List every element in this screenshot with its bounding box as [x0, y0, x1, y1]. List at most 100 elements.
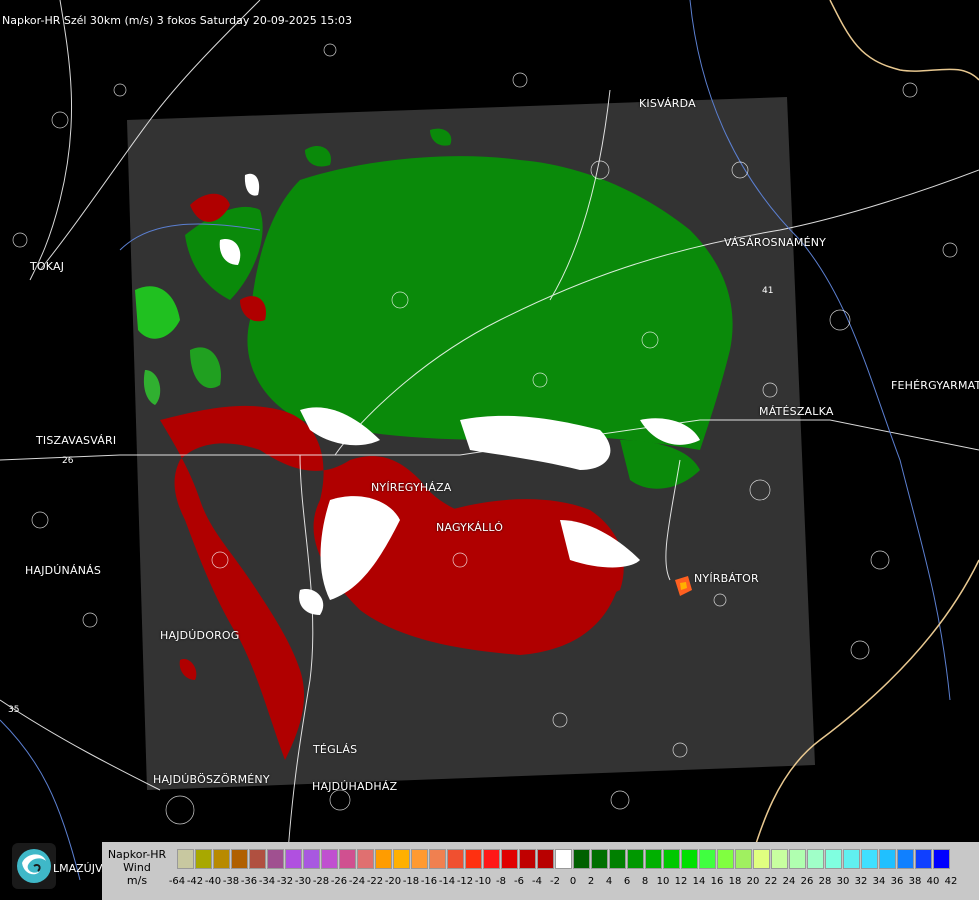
- city-label-hajdudorog: HAJDÚDOROG: [160, 629, 240, 642]
- city-label-vasarosnameny: VÁSÁROSNAMÉNY: [724, 236, 827, 249]
- city-label-kisvarda: KISVÁRDA: [639, 97, 696, 110]
- legend-title-line: Napkor-HR: [107, 848, 167, 861]
- legend-tick-label: -4: [532, 876, 542, 887]
- road-number-26: 26: [62, 456, 74, 466]
- legend-swatch: [285, 849, 302, 869]
- legend-swatch: [555, 849, 572, 869]
- legend-swatch: [321, 849, 338, 869]
- legend-tick-label: -34: [258, 876, 276, 887]
- legend-swatch: [735, 849, 752, 869]
- city-label-hajdunanas: HAJDÚNÁNÁS: [25, 564, 102, 577]
- legend-tick-label: -32: [276, 876, 294, 887]
- legend-swatch: [573, 849, 590, 869]
- legend-swatch: [753, 849, 770, 869]
- legend-swatch: [897, 849, 914, 869]
- city-label-nagykallo: NAGYKÁLLÓ: [436, 521, 504, 534]
- legend-tick-label: -2: [550, 876, 560, 887]
- legend-swatch: [195, 849, 212, 869]
- legend-tick-label: 28: [818, 876, 832, 887]
- legend-swatch: [249, 849, 266, 869]
- legend-swatch: [609, 849, 626, 869]
- legend-title-line: Wind: [123, 861, 151, 874]
- legend-tick-label: 38: [908, 876, 922, 887]
- legend-tick-label: 10: [656, 876, 670, 887]
- legend-swatch: [339, 849, 356, 869]
- legend-ticks: -64 -42 -40 -38 -36 -34 -32 -30 -28 -26 -24 -22 -20-…: [169, 876, 977, 890]
- legend-swatch: [807, 849, 824, 869]
- legend-tick-label: -28: [312, 876, 330, 887]
- legend-swatch: [375, 849, 392, 869]
- legend-swatch: [699, 849, 716, 869]
- road-number-35: 35: [8, 705, 19, 715]
- legend-swatch: [519, 849, 536, 869]
- city-label-tiszavasvari: TISZAVASVÁRI: [36, 434, 117, 447]
- city-label-nyiregyhaza: NYÍREGYHÁZA: [371, 481, 452, 494]
- legend-tick-label: -26: [330, 876, 348, 887]
- city-label-hajduhadhaz: HAJDÚHADHÁZ: [312, 780, 398, 793]
- legend-swatch: [627, 849, 644, 869]
- legend-tick-label: -6: [514, 876, 524, 887]
- legend-tick-label: 0: [569, 876, 577, 887]
- legend-tick-label: -24: [348, 876, 366, 887]
- legend-swatch: [501, 849, 518, 869]
- legend-tick-label: -40: [204, 876, 222, 887]
- legend-tick-label: 36: [890, 876, 904, 887]
- legend-tick-label: 22: [764, 876, 778, 887]
- legend-tick-label: -8: [496, 876, 506, 887]
- map-header-title: Napkor-HR Szél 30km (m/s) 3 fokos Saturd…: [2, 14, 352, 27]
- legend-swatch: [645, 849, 662, 869]
- legend-tick-label: -14: [438, 876, 456, 887]
- legend-swatch: [213, 849, 230, 869]
- legend-swatch: [393, 849, 410, 869]
- legend-swatch: [879, 849, 896, 869]
- legend-swatch: [465, 849, 482, 869]
- legend-title-line: m/s: [126, 874, 148, 887]
- wind-speed-legend: Napkor-HR Wind m/s -64 -42 -40 -38 -36 -34 -32…: [102, 842, 979, 900]
- legend-swatches: [177, 849, 951, 869]
- city-label-fehergyarmat: FEHÉRGYARMAT: [891, 379, 979, 392]
- legend-swatch: [915, 849, 932, 869]
- legend-tick-label: -18: [402, 876, 420, 887]
- legend-swatch: [447, 849, 464, 869]
- legend-tick-label: -16: [420, 876, 438, 887]
- legend-swatch: [267, 849, 284, 869]
- legend-tick-label: 16: [710, 876, 724, 887]
- legend-tick-label: 18: [728, 876, 742, 887]
- legend-swatch: [231, 849, 248, 869]
- city-label-teglas: TÉGLÁS: [313, 743, 358, 756]
- legend-swatch: [789, 849, 806, 869]
- city-label-tokaj: TOKAJ: [30, 260, 65, 273]
- radar-map: 26 41 35: [0, 0, 979, 900]
- legend-tick-label: 20: [746, 876, 760, 887]
- city-label-nyirbator: NYÍRBÁTOR: [694, 572, 759, 585]
- legend-tick-label: -20: [384, 876, 402, 887]
- legend-title: Napkor-HR Wind m/s: [104, 848, 170, 887]
- legend-swatch: [861, 849, 878, 869]
- legend-swatch: [933, 849, 950, 869]
- napkor-logo-icon: [12, 843, 56, 889]
- legend-tick-label: 34: [872, 876, 886, 887]
- city-label-hajduboszormeny: HAJDÚBÖSZÖRMÉNY: [153, 773, 270, 786]
- legend-swatch: [717, 849, 734, 869]
- legend-tick-label: -10: [474, 876, 492, 887]
- legend-tick-label: 42: [944, 876, 958, 887]
- legend-swatch: [429, 849, 446, 869]
- legend-swatch: [483, 849, 500, 869]
- legend-tick-label: -30: [294, 876, 312, 887]
- city-label-mateszalka: MÁTÉSZALKA: [759, 405, 834, 418]
- legend-swatch: [411, 849, 428, 869]
- legend-swatch: [825, 849, 842, 869]
- legend-tick-label: 12: [674, 876, 688, 887]
- legend-tick-label: 8: [641, 876, 649, 887]
- legend-swatch: [771, 849, 788, 869]
- legend-tick-label: -38: [222, 876, 240, 887]
- legend-tick-label: -64: [168, 876, 186, 887]
- legend-swatch: [177, 849, 194, 869]
- legend-tick-label: 24: [782, 876, 796, 887]
- legend-tick-label: 26: [800, 876, 814, 887]
- legend-swatch: [843, 849, 860, 869]
- legend-tick-label: 6: [623, 876, 631, 887]
- legend-tick-label: 40: [926, 876, 940, 887]
- legend-tick-label: 30: [836, 876, 850, 887]
- legend-swatch: [663, 849, 680, 869]
